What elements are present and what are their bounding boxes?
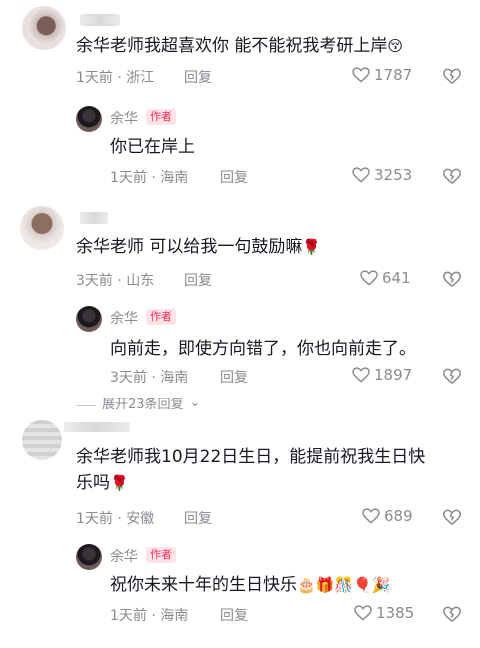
author-badge: 作者 [146,109,176,125]
author-badge: 作者 [146,309,176,325]
comment-time: 1天前 [76,511,113,527]
comment-text: 余华老师我10月22日生日，能提前祝我生日快 乐吗🌹 [76,444,466,496]
heart-outline-icon [362,508,380,524]
broken-heart-icon[interactable] [442,368,462,386]
like-button[interactable]: 1897 [352,366,412,384]
like-button[interactable]: 1787 [352,66,412,84]
reply-button[interactable]: 回复 [184,67,212,87]
reply-location: 海南 [160,370,189,386]
comment-text: 余华老师我超喜欢你 能不能祝我考研上岸😚 [76,33,403,59]
comment-location: 安徽 [126,511,155,527]
like-button[interactable]: 641 [360,269,411,287]
commenter-avatar[interactable] [20,206,64,250]
author-name[interactable]: 余华 [110,308,138,328]
author-avatar[interactable] [76,306,102,332]
commenter-avatar[interactable] [22,6,66,50]
comment-text: 余华老师 可以给我一句鼓励嘛🌹 [76,234,321,260]
like-count: 689 [384,507,413,525]
reply-text: 你已在岸上 [110,137,195,157]
comment-location: 浙江 [126,70,155,86]
comment-meta: 1天前 · 安徽 [76,511,155,527]
reply-meta: 1天前 · 海南 [110,170,189,186]
comment-time: 3天前 [76,273,113,289]
reply-text: 祝你未来十年的生日快乐🎂🎁🎊🎈🎉 [110,572,390,598]
reply-button[interactable]: 回复 [220,605,248,625]
broken-heart-icon[interactable] [442,168,462,186]
commenter-name-blurred[interactable] [80,212,108,224]
comment-text-content: 余华老师我超喜欢你 能不能祝我考研上岸 [76,36,388,56]
broken-heart-icon[interactable] [442,271,462,289]
expand-replies-label: 展开23条回复 [102,398,184,412]
reply-time: 1天前 [110,608,147,624]
broken-heart-icon[interactable] [442,68,462,86]
like-button[interactable]: 689 [362,507,413,525]
author-avatar[interactable] [76,106,102,132]
emoji: 🎂🎁🎊🎈🎉 [297,576,391,594]
like-count: 641 [382,269,411,287]
commenter-name-blurred[interactable] [80,14,120,26]
reply-meta: 3天前 · 海南 [110,370,189,386]
comment-text-line-1: 余华老师我10月22日生日，能提前祝我生日快 [76,447,426,467]
reply-time: 3天前 [110,370,147,386]
author-name[interactable]: 余华 [110,546,138,566]
heart-outline-icon [352,167,370,183]
like-count: 1385 [376,604,415,622]
comment-meta: 3天前 · 山东 [76,273,155,289]
author-name[interactable]: 余华 [110,108,138,128]
like-count: 1787 [374,66,413,84]
reply-location: 海南 [160,608,189,624]
heart-outline-icon [352,67,370,83]
chevron-down-icon: ⌄ [189,398,201,410]
divider [76,404,96,406]
author-badge: 作者 [146,547,176,563]
commenter-avatar[interactable] [22,420,62,460]
reply-button[interactable]: 回复 [220,167,248,187]
reply-time: 1天前 [110,170,147,186]
like-button[interactable]: 1385 [354,604,414,622]
like-count: 1897 [374,366,413,384]
commenter-name-blurred[interactable] [64,422,130,432]
comment-time: 1天前 [76,70,113,86]
like-count: 3253 [374,166,413,184]
heart-outline-icon [352,367,370,383]
emoji: 🌹 [302,238,322,256]
like-button[interactable]: 3253 [352,166,412,184]
emoji: 🌹 [110,474,129,492]
emoji: 😚 [387,37,404,55]
reply-button[interactable]: 回复 [184,270,212,290]
reply-button[interactable]: 回复 [220,367,248,387]
heart-outline-icon [360,270,378,286]
reply-meta: 1天前 · 海南 [110,608,189,624]
comment-location: 山东 [126,273,155,289]
expand-replies-button[interactable]: 展开23条回复 ⌄ [76,398,200,412]
heart-outline-icon [354,605,372,621]
comment-text-line-2: 乐吗 [76,473,110,493]
broken-heart-icon[interactable] [442,606,462,624]
reply-location: 海南 [160,170,189,186]
reply-text: 向前走，即使方向错了，你也向前走了。 [110,339,416,359]
comment-meta: 1天前 · 浙江 [76,70,155,86]
author-avatar[interactable] [76,544,102,570]
reply-button[interactable]: 回复 [184,508,212,528]
comment-text-content: 余华老师 可以给我一句鼓励嘛 [76,237,303,257]
reply-text-content: 祝你未来十年的生日快乐 [110,575,297,595]
broken-heart-icon[interactable] [442,509,462,527]
